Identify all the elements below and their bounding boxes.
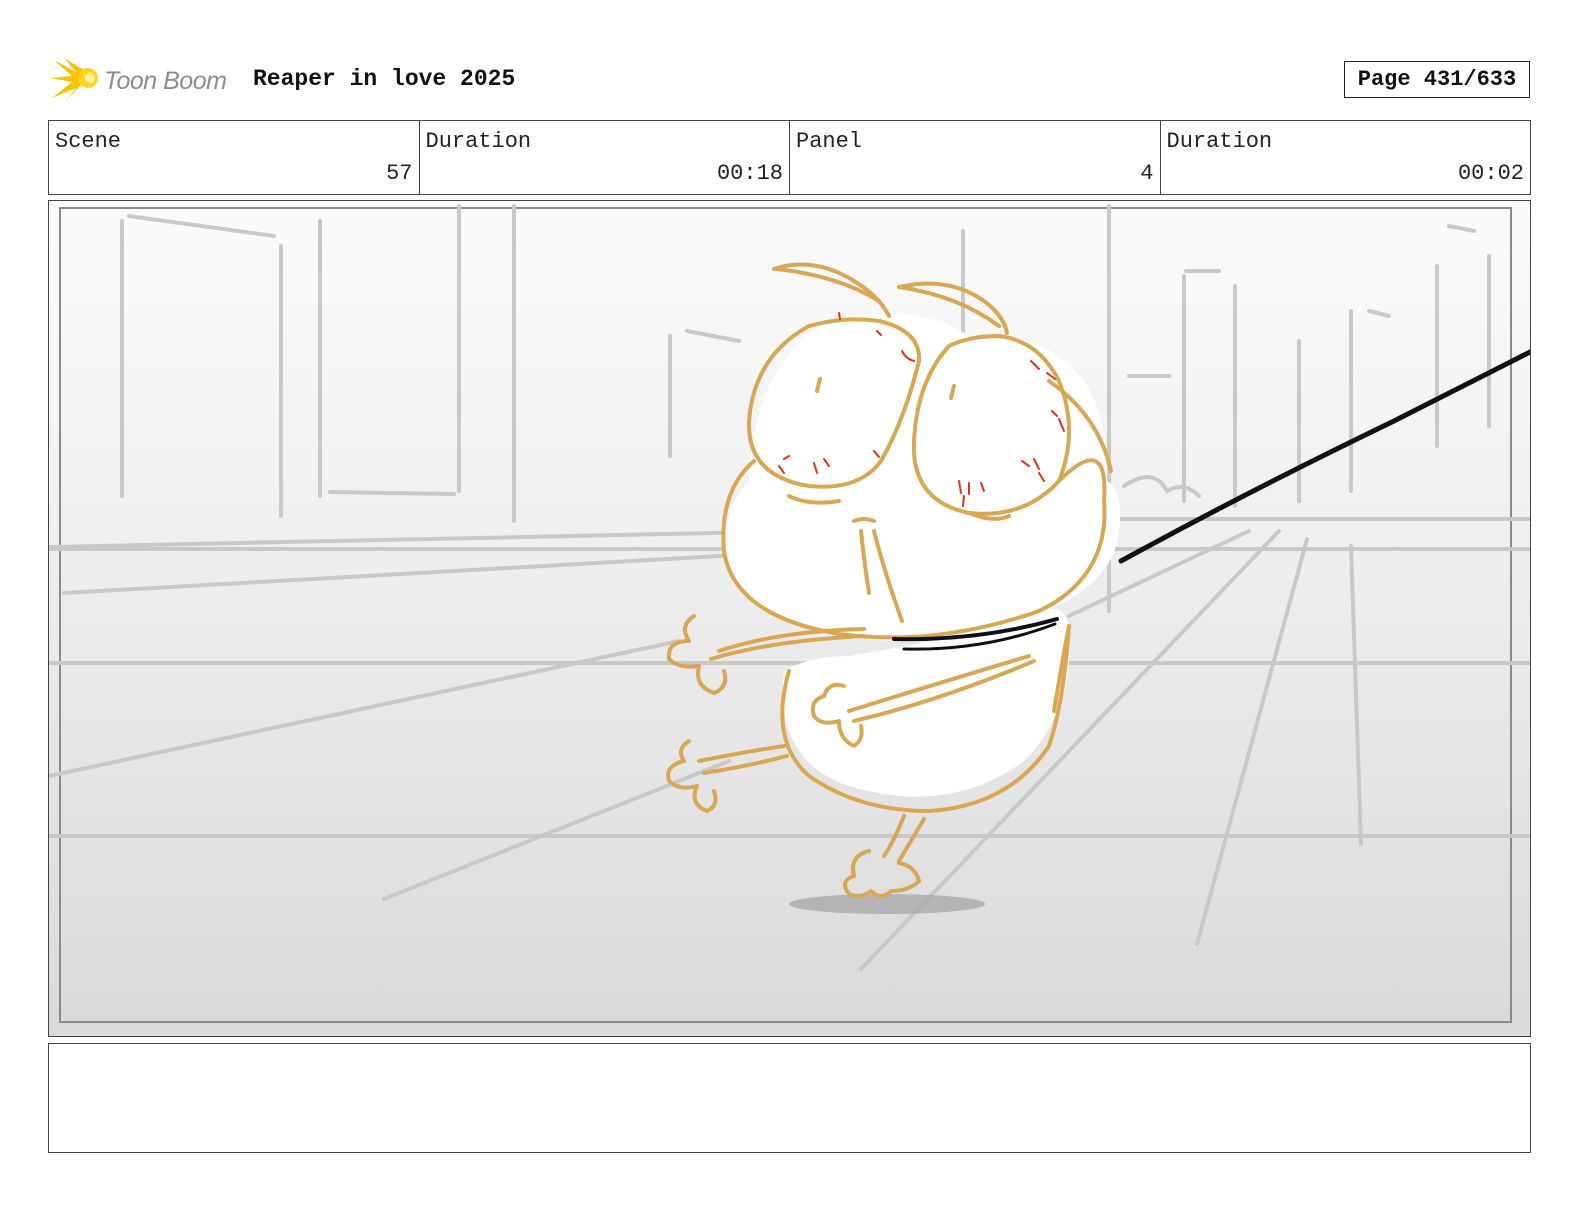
toon-boom-logo: Toon Boom	[50, 54, 240, 106]
page-number: Page 431/633	[1344, 61, 1530, 98]
panel-label: Panel	[796, 129, 863, 154]
panel-info-table: Scene 57 Duration 00:18 Panel 4 Duration…	[48, 120, 1531, 195]
scene-duration-value: 00:18	[716, 161, 783, 186]
scene-value: 57	[386, 161, 413, 186]
scene-cell: Scene 57	[49, 121, 420, 194]
panel-duration-cell: Duration 00:02	[1161, 121, 1531, 194]
panel-drawing	[49, 201, 1530, 1036]
panel-notes[interactable]	[48, 1043, 1531, 1153]
panel-value: 4	[1140, 161, 1154, 186]
panel-cell: Panel 4	[790, 121, 1161, 194]
scene-label: Scene	[55, 129, 122, 154]
storyboard-panel	[48, 200, 1531, 1037]
panel-duration-label: Duration	[1166, 129, 1273, 154]
starburst-icon	[50, 58, 98, 102]
scene-duration-cell: Duration 00:18	[420, 121, 790, 194]
logo-text: Toon Boom	[104, 67, 227, 95]
panel-duration-value: 00:02	[1457, 161, 1524, 186]
character-shadow	[789, 894, 985, 914]
project-title: Reaper in love 2025	[253, 66, 516, 92]
scene-duration-label: Duration	[425, 129, 532, 154]
